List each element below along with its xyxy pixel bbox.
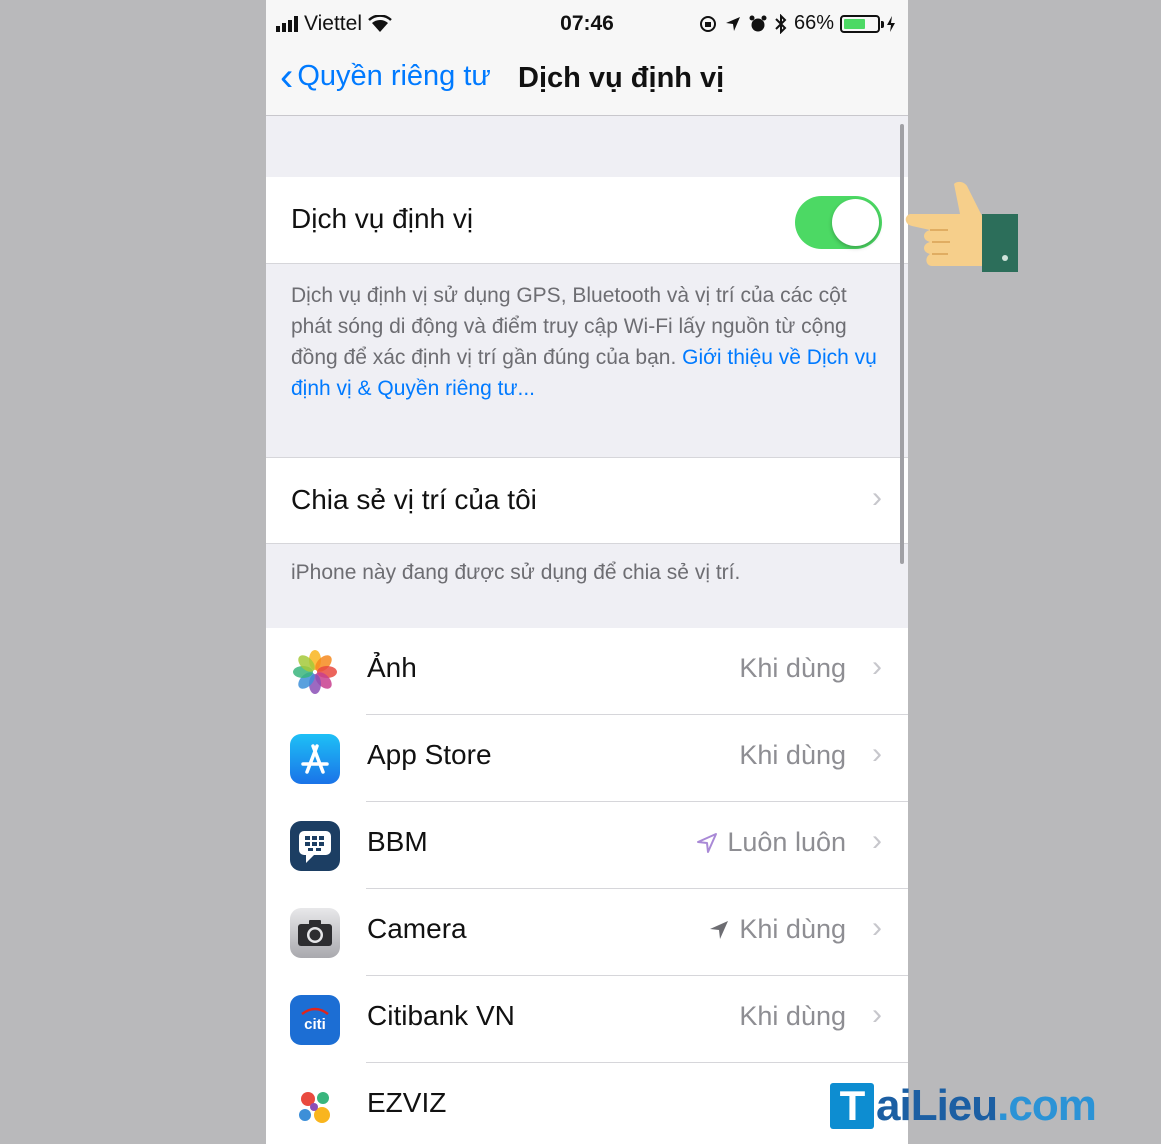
app-row[interactable]: Camera Khi dùng › [266,889,908,976]
app-name: BBM [367,826,428,857]
bbm-icon [290,821,340,871]
citibank-logo-text: citi [304,1016,326,1033]
chevron-right-icon: › [872,998,882,1031]
location-arrow-outline-icon [697,832,718,853]
share-my-location-label: Chia sẻ vị trí của tôi [291,484,537,515]
chevron-right-icon: › [872,650,882,683]
phone-screen: Viettel 07:46 66% ‹ Quyền riêng tư Dịch … [266,0,908,1144]
app-name: Citibank VN [367,1000,515,1031]
chevron-right-icon: › [872,481,882,514]
app-store-icon [290,734,340,784]
location-permission-value: Luôn luôn [695,827,846,858]
page-title: Dịch vụ định vị [518,62,725,94]
pointing-hand-icon [905,181,1018,272]
app-name: Ảnh [367,652,417,683]
charging-bolt-icon [887,15,895,32]
app-name: Camera [367,913,467,944]
location-services-description: Dịch vụ định vị sử dụng GPS, Bluetooth v… [291,284,877,400]
battery-percent: 66% [793,12,834,34]
camera-icon [290,908,340,958]
app-row[interactable]: BBM Luôn luôn › [266,802,908,889]
share-my-location-row[interactable]: Chia sẻ vị trí của tôi › [266,457,908,544]
location-permission-value: Khi dùng [707,914,846,945]
share-location-footer: iPhone này đang được sử dụng để chia sẻ … [291,561,741,584]
tailieu-watermark-logo: T ai Lieu .com [830,1076,1097,1136]
back-button[interactable]: ‹ Quyền riêng tư [280,54,491,99]
permission-text: Luôn luôn [727,827,846,857]
permission-text: Khi dùng [739,740,846,770]
location-permission-value: Khi dùng [739,653,846,684]
permission-text: Khi dùng [739,1001,846,1031]
back-button-label: Quyền riêng tư [297,60,491,92]
navigation-bar: ‹ Quyền riêng tư Dịch vụ định vị [266,48,908,116]
battery-icon [840,14,884,33]
chevron-right-icon: › [872,824,882,857]
chevron-right-icon: › [872,737,882,770]
location-arrow-icon [725,16,740,31]
share-footer-section: iPhone này đang được sử dụng để chia sẻ … [266,545,908,628]
location-services-toggle[interactable] [795,196,882,249]
permission-text: Khi dùng [739,914,846,944]
permission-text: Khi dùng [739,653,846,683]
chevron-left-icon: ‹ [280,54,294,99]
photos-icon [290,647,340,697]
location-permission-value: Khi dùng [739,1001,846,1032]
location-services-row: Dịch vụ định vị [266,177,908,264]
app-row[interactable]: App Store Khi dùng › [266,715,908,802]
rotation-lock-icon [699,15,716,32]
app-row[interactable]: citi Citibank VN Khi dùng › [266,976,908,1063]
alarm-icon [749,15,767,31]
app-row[interactable]: Ảnh Khi dùng › [266,628,908,715]
location-services-label: Dịch vụ định vị [291,203,474,234]
location-permission-value: Khi dùng [739,740,846,771]
status-bar: Viettel 07:46 66% [266,0,908,48]
section-spacer [266,117,908,177]
description-section: Dịch vụ định vị sử dụng GPS, Bluetooth v… [266,264,908,457]
app-name: EZVIZ [367,1087,447,1118]
citibank-icon: citi [290,995,340,1045]
chevron-right-icon: › [872,911,882,944]
ezviz-icon [290,1082,340,1132]
app-row[interactable]: EZVIZ [266,1063,908,1144]
app-name: App Store [367,739,492,770]
location-arrow-icon [710,920,729,939]
bluetooth-icon [775,13,787,34]
